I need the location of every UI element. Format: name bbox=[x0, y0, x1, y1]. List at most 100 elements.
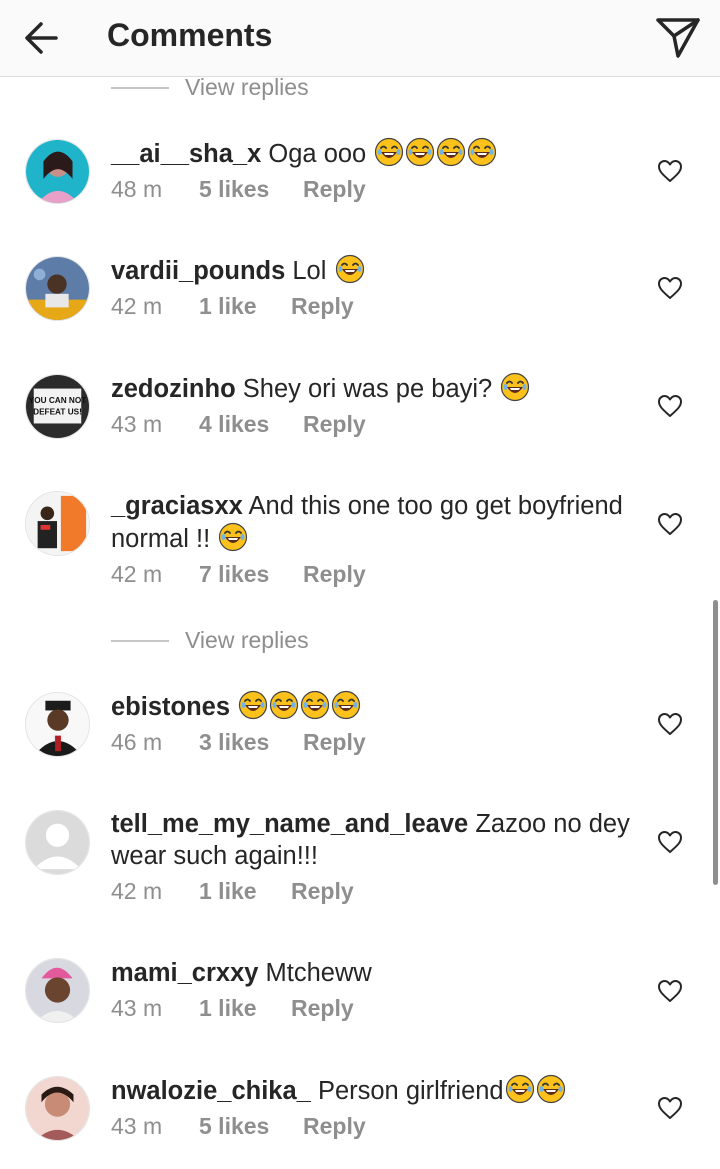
comment-likes[interactable]: 5 likes bbox=[199, 176, 269, 203]
comment-body: Lol bbox=[292, 257, 327, 285]
comment-likes[interactable]: 3 likes bbox=[199, 729, 269, 756]
avatar-text-top: YOU CAN NOT bbox=[29, 396, 87, 405]
heart-outline-icon bbox=[658, 160, 682, 182]
scrollbar[interactable] bbox=[713, 600, 718, 885]
comment-likes[interactable]: 7 likes bbox=[199, 561, 269, 588]
comment-likes[interactable]: 1 like bbox=[199, 293, 257, 320]
comment-meta: 46 m 3 likes Reply bbox=[111, 729, 651, 761]
like-button[interactable] bbox=[657, 394, 683, 418]
face-with-tears-of-joy-icon bbox=[238, 690, 268, 720]
emoji-group bbox=[217, 522, 248, 553]
reply-button[interactable]: Reply bbox=[303, 729, 366, 756]
header-bar: Comments bbox=[0, 0, 720, 77]
avatar[interactable] bbox=[25, 692, 90, 757]
face-with-tears-of-joy-icon bbox=[218, 522, 248, 552]
comment-meta: 43 m 5 likes Reply bbox=[111, 1113, 651, 1145]
reply-button[interactable]: Reply bbox=[291, 995, 354, 1022]
emoji-group bbox=[237, 690, 361, 721]
comment-likes[interactable]: 5 likes bbox=[199, 1113, 269, 1140]
reply-button[interactable]: Reply bbox=[303, 176, 366, 203]
avatar[interactable] bbox=[25, 256, 90, 321]
comment-likes[interactable]: 4 likes bbox=[199, 411, 269, 438]
avatar[interactable] bbox=[25, 139, 90, 204]
share-button[interactable] bbox=[652, 12, 704, 62]
reply-button[interactable]: Reply bbox=[291, 878, 354, 905]
emoji-group bbox=[504, 1074, 566, 1105]
like-button[interactable] bbox=[657, 512, 683, 536]
comment-username[interactable]: mami_crxxy bbox=[111, 959, 258, 987]
comment-username[interactable]: __ai__sha_x bbox=[111, 140, 261, 168]
back-button[interactable] bbox=[20, 18, 64, 58]
face-with-tears-of-joy-icon bbox=[374, 137, 404, 167]
avatar-text-bottom: DEFEAT US! bbox=[33, 408, 82, 417]
face-with-tears-of-joy-icon bbox=[335, 254, 365, 284]
comment-meta: 43 m 4 likes Reply bbox=[111, 411, 651, 443]
like-button[interactable] bbox=[657, 159, 683, 183]
divider-line bbox=[111, 87, 169, 89]
comment-username[interactable]: nwalozie_chika_ bbox=[111, 1077, 311, 1105]
emoji-group bbox=[499, 372, 530, 403]
reply-button[interactable]: Reply bbox=[291, 293, 354, 320]
emoji-group bbox=[334, 254, 365, 285]
heart-outline-icon bbox=[658, 513, 682, 535]
like-button[interactable] bbox=[657, 830, 683, 854]
paper-plane-icon bbox=[656, 18, 700, 58]
comment-username[interactable]: ebistones bbox=[111, 693, 230, 721]
comment-username[interactable]: tell_me_my_name_and_leave bbox=[111, 810, 468, 838]
comment-time: 46 m bbox=[111, 729, 163, 755]
heart-outline-icon bbox=[658, 395, 682, 417]
reply-button[interactable]: Reply bbox=[303, 1113, 366, 1140]
like-button[interactable] bbox=[657, 1096, 683, 1120]
face-with-tears-of-joy-icon bbox=[300, 690, 330, 720]
like-button[interactable] bbox=[657, 276, 683, 300]
reply-button[interactable]: Reply bbox=[303, 411, 366, 438]
comment-meta: 42 m 1 like Reply bbox=[111, 293, 651, 325]
comment-meta: 42 m 1 like Reply bbox=[111, 878, 651, 910]
comment-text: vardii_pounds Lol bbox=[111, 254, 651, 287]
arrow-left-icon bbox=[25, 22, 58, 54]
comment-text: _graciasxx And this one too go get boyfr… bbox=[111, 490, 651, 555]
avatar[interactable] bbox=[25, 958, 90, 1023]
comment-text: mami_crxxy Mtcheww bbox=[111, 957, 651, 989]
comment-time: 42 m bbox=[111, 293, 163, 319]
comment-likes[interactable]: 1 like bbox=[199, 878, 257, 905]
comment-likes[interactable]: 1 like bbox=[199, 995, 257, 1022]
comment-meta: 43 m 1 like Reply bbox=[111, 995, 651, 1027]
face-with-tears-of-joy-icon bbox=[536, 1074, 566, 1104]
face-with-tears-of-joy-icon bbox=[436, 137, 466, 167]
comment-text: tell_me_my_name_and_leave Zazoo no dey w… bbox=[111, 808, 651, 872]
avatar[interactable] bbox=[25, 810, 90, 875]
heart-outline-icon bbox=[658, 1097, 682, 1119]
comment-text: __ai__sha_x Oga ooo bbox=[111, 137, 651, 170]
comment-username[interactable]: zedozinho bbox=[111, 375, 236, 403]
like-button[interactable] bbox=[657, 712, 683, 736]
comment-text: nwalozie_chika_ Person girlfriend bbox=[111, 1074, 651, 1107]
comment-body: Person girlfriend bbox=[317, 1077, 504, 1105]
comments-list: View replies __ai__sha_x Oga ooo 48 m 5 … bbox=[0, 74, 720, 1169]
comment-username[interactable]: vardii_pounds bbox=[111, 257, 285, 285]
comment-body: Shey ori was pe bayi? bbox=[242, 375, 493, 403]
heart-outline-icon bbox=[658, 980, 682, 1002]
heart-outline-icon bbox=[658, 831, 682, 853]
comment-time: 48 m bbox=[111, 176, 163, 202]
face-with-tears-of-joy-icon bbox=[467, 137, 497, 167]
reply-button[interactable]: Reply bbox=[303, 561, 366, 588]
comment-text: zedozinho Shey ori was pe bayi? bbox=[111, 372, 651, 405]
avatar[interactable] bbox=[25, 491, 90, 556]
view-replies-label[interactable]: View replies bbox=[185, 74, 309, 101]
view-replies-label[interactable]: View replies bbox=[185, 627, 309, 654]
page-title: Comments bbox=[107, 17, 273, 53]
comment-body: Oga ooo bbox=[268, 140, 367, 168]
avatar[interactable]: YOU CAN NOT DEFEAT US! bbox=[25, 374, 90, 439]
like-button[interactable] bbox=[657, 979, 683, 1003]
face-with-tears-of-joy-icon bbox=[269, 690, 299, 720]
face-with-tears-of-joy-icon bbox=[331, 690, 361, 720]
face-with-tears-of-joy-icon bbox=[505, 1074, 535, 1104]
comment-username[interactable]: _graciasxx bbox=[111, 492, 243, 520]
comment-time: 42 m bbox=[111, 878, 163, 904]
comment-meta: 42 m 7 likes Reply bbox=[111, 561, 651, 593]
comment-time: 43 m bbox=[111, 1113, 163, 1139]
avatar[interactable] bbox=[25, 1076, 90, 1141]
face-with-tears-of-joy-icon bbox=[405, 137, 435, 167]
heart-outline-icon bbox=[658, 277, 682, 299]
